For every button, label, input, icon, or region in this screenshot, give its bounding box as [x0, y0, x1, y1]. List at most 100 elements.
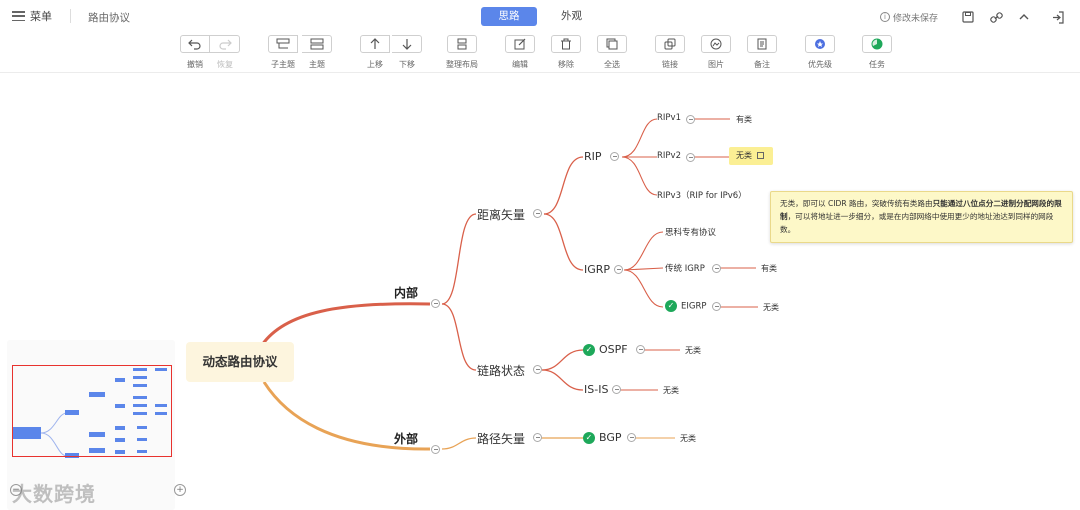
collapse-toggle[interactable]: [712, 264, 721, 273]
topic-path-vector[interactable]: 路径矢量: [477, 430, 525, 447]
exit-icon[interactable]: [1050, 9, 1066, 25]
topic-traditional-igrp[interactable]: 传统 IGRP: [665, 262, 705, 274]
task-button[interactable]: 任务: [862, 35, 894, 71]
topic-button[interactable]: 主题: [302, 35, 334, 71]
topic-icon: [310, 38, 323, 50]
image-icon: [710, 38, 722, 50]
topic-link-state[interactable]: 链路状态: [477, 362, 525, 379]
note-label: 备注: [754, 60, 770, 69]
tooltip-text-rest: ，可以将地址进一步细分，或是在内部网络中使用更少的地址池达到同样的网段数。: [780, 212, 1054, 234]
priority-icon: [815, 39, 825, 49]
topic-bgp[interactable]: ✓ BGP: [583, 431, 622, 444]
minimap-viewport[interactable]: [12, 365, 172, 457]
image-label: 图片: [708, 60, 724, 69]
leaf-classless[interactable]: 无类: [685, 345, 701, 356]
select-all-label: 全选: [604, 60, 620, 69]
leaf-classful[interactable]: 有类: [761, 263, 777, 274]
classless-label: 无类: [736, 151, 752, 160]
edit-icon: [514, 38, 526, 50]
leaf-classful[interactable]: 有类: [736, 114, 752, 125]
menu-button[interactable]: 菜单: [12, 7, 52, 25]
topic-ripv3[interactable]: RIPv3（RIP for IPv6）: [657, 189, 747, 201]
layout-button[interactable]: 整理布局: [446, 35, 479, 71]
priority-label: 优先级: [808, 60, 832, 69]
topic-isis[interactable]: IS-IS: [584, 383, 608, 396]
document-title[interactable]: 路由协议: [88, 10, 130, 25]
redo-button[interactable]: 恢复: [210, 35, 242, 71]
collapse-toggle[interactable]: [431, 299, 440, 308]
collapse-toggle[interactable]: [533, 209, 542, 218]
zoom-in-button[interactable]: +: [174, 484, 186, 496]
task-label: 任务: [869, 60, 885, 69]
collapse-toggle[interactable]: [712, 302, 721, 311]
note-tooltip: 无类，即可以 CIDR 路由，突破传统有类路由只能通过八位点分二进制分配网段的限…: [770, 191, 1073, 243]
leaf-classless[interactable]: 无类: [663, 385, 679, 396]
redo-icon: [218, 39, 232, 50]
collapse-toggle[interactable]: [627, 433, 636, 442]
topic-external[interactable]: 外部: [394, 430, 418, 447]
layout-icon: [457, 38, 467, 50]
move-down-button[interactable]: 下移: [392, 35, 424, 71]
collapse-toggle[interactable]: [614, 265, 623, 274]
watermark: 大数跨境: [12, 482, 96, 506]
collapse-toggle[interactable]: [533, 365, 542, 374]
arrow-down-icon: [402, 39, 411, 50]
collapse-toggle[interactable]: [636, 345, 645, 354]
select-all-icon: [606, 38, 618, 50]
tab-appearance[interactable]: 外观: [547, 7, 596, 26]
edit-button[interactable]: 编辑: [505, 35, 537, 71]
checkmark-icon: ✓: [583, 432, 595, 444]
right-tools: i 修改未保存: [879, 9, 1066, 25]
link-label: 链接: [662, 60, 678, 69]
topic-igrp[interactable]: IGRP: [584, 263, 610, 276]
tooltip-text: 无类，即可以 CIDR 路由，突破传统有类路由: [780, 199, 933, 208]
topic-ospf[interactable]: ✓ OSPF: [583, 343, 628, 356]
redo-label: 恢复: [217, 60, 233, 69]
collapse-toggle[interactable]: [431, 445, 440, 454]
link-button[interactable]: 链接: [655, 35, 687, 71]
top-bar: 菜单 路由协议 思路 外观 i 修改未保存: [0, 0, 1080, 32]
topic-distance-vector[interactable]: 距离矢量: [477, 206, 525, 223]
subtopic-button[interactable]: 子主题: [268, 35, 300, 71]
leaf-classless-highlighted[interactable]: 无类: [729, 147, 773, 165]
ospf-label: OSPF: [599, 343, 628, 356]
link-icon: [664, 38, 676, 50]
select-all-button[interactable]: 全选: [597, 35, 629, 71]
topic-eigrp[interactable]: ✓ EIGRP: [665, 300, 707, 312]
link-share-icon[interactable]: [988, 9, 1004, 25]
leaf-classless[interactable]: 无类: [763, 302, 779, 313]
topic-rip[interactable]: RIP: [584, 150, 602, 163]
topic-ripv1[interactable]: RIPv1: [657, 113, 681, 123]
image-button[interactable]: 图片: [701, 35, 733, 71]
collapse-toggle[interactable]: [686, 115, 695, 124]
collapse-up-icon[interactable]: [1016, 9, 1032, 25]
collapse-toggle[interactable]: [533, 433, 542, 442]
topic-ripv2[interactable]: RIPv2: [657, 151, 681, 161]
hamburger-icon: [12, 11, 25, 21]
save-icon[interactable]: [960, 9, 976, 25]
tab-outline[interactable]: 思路: [481, 7, 537, 26]
trash-icon: [561, 38, 571, 50]
eigrp-label: EIGRP: [681, 301, 707, 312]
note-button[interactable]: 备注: [747, 35, 779, 71]
priority-button[interactable]: 优先级: [805, 35, 837, 71]
mode-tabs: 思路 外观: [481, 7, 596, 26]
topic-cisco-proprietary[interactable]: 思科专有协议: [665, 226, 716, 238]
subtopic-icon: [276, 38, 290, 49]
menu-label: 菜单: [30, 10, 52, 23]
leaf-classless[interactable]: 无类: [680, 433, 696, 444]
edit-label: 编辑: [512, 60, 528, 69]
arrow-up-icon: [370, 38, 380, 49]
layout-label: 整理布局: [446, 60, 478, 69]
collapse-toggle[interactable]: [686, 153, 695, 162]
unsaved-label: 修改未保存: [892, 13, 938, 24]
collapse-toggle[interactable]: [610, 152, 619, 161]
remove-button[interactable]: 移除: [551, 35, 583, 71]
move-down-label: 下移: [399, 60, 415, 69]
root-topic[interactable]: 动态路由协议: [186, 342, 294, 382]
note-icon[interactable]: [757, 152, 764, 159]
topic-internal[interactable]: 内部: [394, 284, 418, 301]
collapse-toggle[interactable]: [612, 385, 621, 394]
topic-label: 主题: [309, 60, 325, 69]
unsaved-status: i 修改未保存: [879, 11, 938, 24]
